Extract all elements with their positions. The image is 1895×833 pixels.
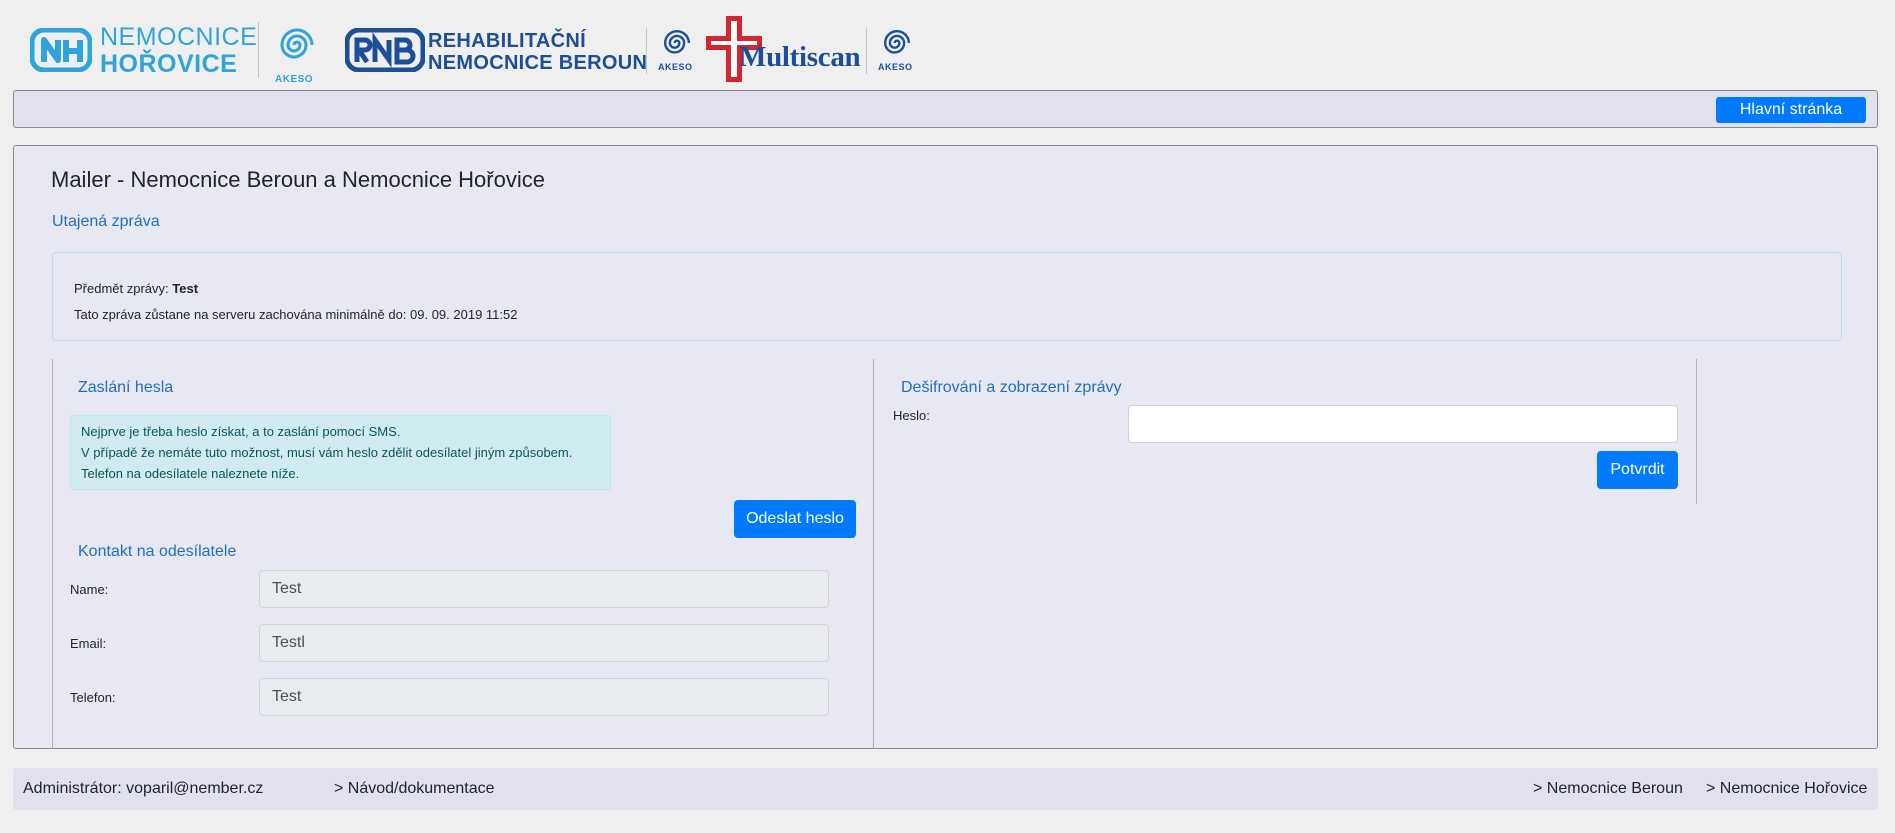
phone-field[interactable]: Test xyxy=(259,678,829,716)
home-page-button[interactable]: Hlavní stránka xyxy=(1716,97,1866,123)
email-label: Email: xyxy=(70,636,107,651)
sms-info-alert: Nejprve je třeba heslo získat, a to zasl… xyxy=(70,415,611,490)
decrypt-heading: Dešifrování a zobrazení zprávy xyxy=(901,379,1122,396)
logo-divider xyxy=(646,28,647,74)
akeso-logo: AKESO xyxy=(876,28,918,84)
column-divider xyxy=(1696,359,1697,504)
logo-divider xyxy=(866,28,867,74)
retention-text: Tato zpráva zůstane na serveru zachována… xyxy=(74,307,518,322)
nh-logo-icon xyxy=(30,28,92,72)
password-label: Heslo: xyxy=(893,408,930,423)
logo-bar: NEMOCNICE HOŘOVICE AKESO REHABILITAČNÍ N… xyxy=(30,14,930,86)
name-field[interactable]: Test xyxy=(259,570,829,608)
akeso-spiral-icon xyxy=(663,30,691,54)
secret-message-link[interactable]: Utajená zpráva xyxy=(52,213,160,231)
subject-label: Předmět zprávy: xyxy=(74,281,169,296)
email-field[interactable]: Testl xyxy=(259,624,829,662)
alert-line: Telefon na odesílatele naleznete níže. xyxy=(81,466,300,481)
horovice-link[interactable]: > Nemocnice Hořovice xyxy=(1706,780,1867,798)
page-title: Mailer - Nemocnice Beroun a Nemocnice Ho… xyxy=(51,167,545,192)
beroun-link[interactable]: > Nemocnice Beroun xyxy=(1533,780,1683,798)
column-divider xyxy=(873,359,874,748)
password-input[interactable] xyxy=(1128,405,1678,443)
sender-contact-heading: Kontakt na odesílatele xyxy=(78,543,237,560)
footer: Administrátor: voparil@nember.cz > Návod… xyxy=(13,768,1878,810)
rnb-logo-icon xyxy=(345,28,425,72)
akeso-spiral-icon xyxy=(883,30,911,54)
logo-divider xyxy=(258,22,259,78)
message-info-card: Předmět zprávy: Test Tato zpráva zůstane… xyxy=(52,252,1842,341)
multiscan-logo-text: Multiscan xyxy=(739,41,861,73)
send-password-button[interactable]: Odeslat heslo xyxy=(734,500,856,538)
rnb-logo-text: REHABILITAČNÍ NEMOCNICE BEROUN xyxy=(428,30,648,74)
name-label: Name: xyxy=(70,582,109,597)
confirm-button[interactable]: Potvrdit xyxy=(1597,451,1678,489)
admin-contact: Administrátor: voparil@nember.cz xyxy=(23,780,264,797)
phone-label: Telefon: xyxy=(70,690,116,705)
top-navbar: Hlavní stránka xyxy=(13,90,1878,128)
nh-logo-text: NEMOCNICE HOŘOVICE xyxy=(100,23,258,78)
akeso-logo: AKESO xyxy=(272,26,322,88)
send-password-heading: Zaslání hesla xyxy=(78,379,174,396)
main-panel: Mailer - Nemocnice Beroun a Nemocnice Ho… xyxy=(13,145,1878,749)
alert-line: Nejprve je třeba heslo získat, a to zasl… xyxy=(81,424,401,439)
akeso-spiral-icon xyxy=(280,28,314,59)
akeso-logo: AKESO xyxy=(656,28,698,84)
column-divider xyxy=(52,359,53,748)
docs-link[interactable]: > Návod/dokumentace xyxy=(334,780,495,798)
subject-value: Test xyxy=(172,281,199,296)
alert-line: V případě že nemáte tuto možnost, musí v… xyxy=(81,445,573,460)
subject-line: Předmět zprávy: Test xyxy=(74,281,198,296)
